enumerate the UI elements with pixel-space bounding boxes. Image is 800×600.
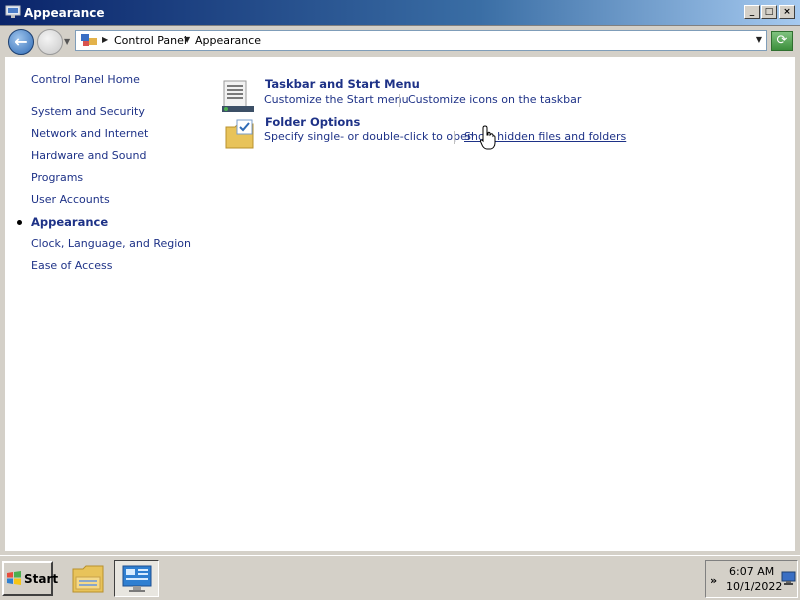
control-panel-icon <box>122 565 152 592</box>
category-taskbar-start-menu[interactable]: Taskbar and Start Menu <box>265 77 420 91</box>
network-icon[interactable] <box>781 571 796 586</box>
refresh-button[interactable]: ⟳ <box>771 31 793 51</box>
windows-logo-icon <box>7 571 21 585</box>
taskbar-windows-explorer-button[interactable] <box>66 560 111 597</box>
folder-options-icon <box>225 119 254 149</box>
sidebar-control-panel-home[interactable]: Control Panel Home <box>31 73 140 87</box>
sidebar-item-system-and-security[interactable]: System and Security <box>31 105 145 119</box>
navigation-bar: ← ▼ ▶ Control Panel ▼ Appearance ▼ ⟳ <box>0 26 800 56</box>
address-bar[interactable]: ▶ Control Panel ▼ Appearance ▼ <box>75 30 767 51</box>
windows-explorer-icon <box>72 565 104 593</box>
taskbar-icon <box>222 80 254 112</box>
task-customize-start-menu[interactable]: Customize the Start menu <box>264 93 409 107</box>
clock-date[interactable]: 10/1/2022 <box>726 580 782 593</box>
current-item-bullet-icon <box>17 220 22 225</box>
start-label: Start <box>24 572 59 586</box>
minimize-button[interactable]: _ <box>744 5 760 19</box>
category-folder-options[interactable]: Folder Options <box>265 115 360 129</box>
task-customize-taskbar-icons[interactable]: Customize icons on the taskbar <box>408 93 581 107</box>
start-button[interactable]: Start <box>2 561 58 596</box>
task-separator <box>399 94 400 107</box>
sidebar-item-hardware-and-sound[interactable]: Hardware and Sound <box>31 149 146 163</box>
sidebar-item-clock-language-region[interactable]: Clock, Language, and Region <box>31 237 191 251</box>
maximize-button[interactable]: □ <box>761 5 777 19</box>
breadcrumb-control-panel[interactable]: Control Panel <box>114 33 187 48</box>
taskbar: Start » 6:07 AM 10/1/2022 <box>0 555 800 600</box>
sidebar-item-programs[interactable]: Programs <box>31 171 83 185</box>
breadcrumb-appearance[interactable]: Appearance <box>195 33 261 48</box>
clock-time[interactable]: 6:07 AM <box>729 565 774 578</box>
address-dropdown-icon[interactable]: ▼ <box>756 35 762 44</box>
title-bar[interactable]: Appearance _ □ × <box>0 0 800 26</box>
task-separator <box>454 131 455 144</box>
control-panel-window: Appearance _ □ × ← ▼ ▶ Control Panel ▼ A… <box>0 0 800 555</box>
taskbar-control-panel-button[interactable] <box>114 560 159 597</box>
control-panel-icon <box>5 5 21 18</box>
hand-cursor-icon <box>479 125 496 150</box>
back-button[interactable]: ← <box>8 29 34 55</box>
breadcrumb-separator-icon[interactable]: ▶ <box>102 35 108 44</box>
window-title: Appearance <box>24 6 105 20</box>
task-single-double-click[interactable]: Specify single- or double-click to open <box>264 130 474 144</box>
content-pane: Control Panel Home System and Security N… <box>5 57 795 551</box>
recent-pages-dropdown-icon[interactable]: ▼ <box>64 37 70 46</box>
forward-button[interactable] <box>37 29 63 55</box>
sidebar-item-ease-of-access[interactable]: Ease of Access <box>31 259 112 273</box>
sidebar-item-user-accounts[interactable]: User Accounts <box>31 193 110 207</box>
control-panel-icon <box>81 34 97 46</box>
close-button[interactable]: × <box>779 5 795 19</box>
sidebar-item-network-and-internet[interactable]: Network and Internet <box>31 127 148 141</box>
tray-expand-icon[interactable]: » <box>710 574 717 587</box>
system-tray: » 6:07 AM 10/1/2022 <box>705 560 798 598</box>
sidebar-item-appearance: Appearance <box>31 215 109 229</box>
breadcrumb-separator-icon[interactable]: ▼ <box>184 35 190 44</box>
